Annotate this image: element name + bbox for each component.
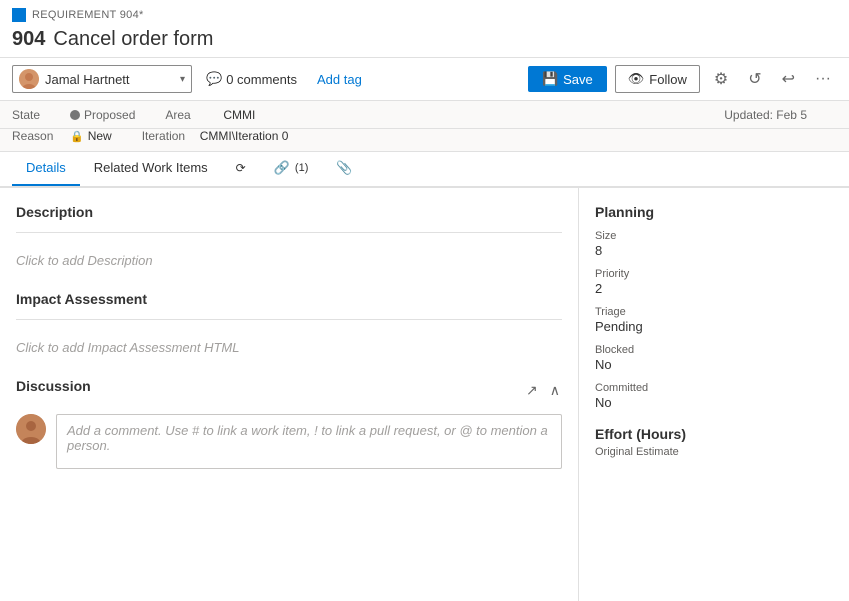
comment-input[interactable]: Add a comment. Use # to link a work item…: [56, 414, 562, 469]
reason-field: Reason 🔒 New: [12, 129, 112, 143]
blocked-value[interactable]: No: [595, 357, 833, 372]
discussion-title: Discussion: [16, 378, 91, 394]
link-icon: 🔗: [274, 160, 290, 176]
description-section: Description Click to add Description: [16, 204, 562, 276]
add-tag-button[interactable]: Add tag: [311, 69, 368, 90]
triage-field: Triage Pending: [595, 306, 833, 334]
comment-icon: 💬: [206, 71, 222, 87]
avatar: [19, 69, 39, 89]
refresh-button[interactable]: ↺: [742, 64, 767, 94]
area-field: Area CMMI: [165, 108, 255, 122]
effort-title: Effort (Hours): [595, 426, 833, 442]
save-icon: 💾: [542, 71, 558, 87]
history-icon: ⟳: [236, 161, 246, 175]
breadcrumb-row: REQUIREMENT 904*: [12, 4, 837, 24]
tab-links[interactable]: 🔗 (1): [260, 152, 323, 186]
user-avatar: [16, 414, 46, 444]
comments-button[interactable]: 💬 0 comments: [200, 68, 303, 90]
size-field: Size 8: [595, 230, 833, 258]
state-value[interactable]: Proposed: [70, 108, 135, 122]
collapse-discussion-button[interactable]: ∧: [548, 380, 562, 401]
size-label: Size: [595, 230, 833, 242]
description-title: Description: [16, 204, 562, 220]
comment-input-area: Add a comment. Use # to link a work item…: [16, 414, 562, 469]
eye-icon: 👁: [628, 71, 645, 87]
tab-details[interactable]: Details: [12, 152, 80, 186]
impact-section: Impact Assessment Click to add Impact As…: [16, 291, 562, 363]
meta-bar: State Proposed Area CMMI Updated: Feb 5: [0, 101, 849, 129]
blocked-label: Blocked: [595, 344, 833, 356]
save-button[interactable]: 💾 Save: [528, 66, 607, 92]
expand-discussion-button[interactable]: ↗: [524, 380, 540, 401]
original-estimate-label: Original Estimate: [595, 446, 833, 458]
more-options-button[interactable]: ···: [809, 65, 837, 93]
follow-button[interactable]: 👁 Follow: [615, 65, 700, 93]
impact-title: Impact Assessment: [16, 291, 562, 307]
committed-value[interactable]: No: [595, 395, 833, 410]
tabs: Details Related Work Items ⟳ 🔗 (1) 📎: [0, 152, 849, 187]
updated-text: Updated: Feb 5: [724, 108, 807, 122]
paperclip-icon: 📎: [336, 160, 352, 176]
lock-icon: 🔒: [70, 130, 84, 143]
reason-label: Reason: [12, 129, 62, 143]
planning-title: Planning: [595, 204, 833, 220]
reason-value[interactable]: 🔒 New: [70, 129, 112, 143]
state-label: State: [12, 108, 62, 122]
triage-value[interactable]: Pending: [595, 319, 833, 334]
tab-related-work-items[interactable]: Related Work Items: [80, 152, 222, 186]
area-label: Area: [165, 108, 215, 122]
title-row: 904 Cancel order form: [12, 24, 837, 57]
triage-label: Triage: [595, 306, 833, 318]
size-value[interactable]: 8: [595, 243, 833, 258]
chevron-down-icon: ▾: [180, 74, 185, 85]
work-item-title: Cancel order form: [53, 28, 213, 51]
toolbar: Jamal Hartnett ▾ 💬 0 comments Add tag 💾 …: [0, 58, 849, 101]
tabs-container: Details Related Work Items ⟳ 🔗 (1) 📎: [0, 152, 849, 188]
tab-history[interactable]: ⟳: [222, 152, 260, 186]
content-area: Description Click to add Description Imp…: [0, 188, 849, 601]
work-item-id: 904: [12, 28, 45, 51]
priority-field: Priority 2: [595, 268, 833, 296]
assignee-name: Jamal Hartnett: [45, 72, 174, 87]
tab-attachments[interactable]: 📎: [322, 152, 366, 186]
priority-label: Priority: [595, 268, 833, 280]
state-dot-icon: [70, 110, 80, 120]
undo-button[interactable]: ↩: [776, 64, 801, 94]
blocked-field: Blocked No: [595, 344, 833, 372]
top-bar: REQUIREMENT 904* 904 Cancel order form: [0, 0, 849, 58]
meta-bar-2: Reason 🔒 New Iteration CMMI\Iteration 0: [0, 129, 849, 152]
breadcrumb: REQUIREMENT 904*: [32, 9, 144, 21]
committed-field: Committed No: [595, 382, 833, 410]
area-value[interactable]: CMMI: [223, 108, 255, 122]
comments-count: 0 comments: [226, 72, 297, 87]
priority-value[interactable]: 2: [595, 281, 833, 296]
state-field: State Proposed: [12, 108, 135, 122]
iteration-label: Iteration: [142, 129, 192, 143]
assignee-dropdown[interactable]: Jamal Hartnett ▾: [12, 65, 192, 93]
iteration-field: Iteration CMMI\Iteration 0: [142, 129, 289, 143]
description-input[interactable]: Click to add Description: [16, 245, 562, 276]
committed-label: Committed: [595, 382, 833, 394]
left-panel: Description Click to add Description Imp…: [0, 188, 579, 601]
discussion-header: Discussion ↗ ∧: [16, 378, 562, 402]
iteration-value[interactable]: CMMI\Iteration 0: [200, 129, 289, 143]
discussion-actions: ↗ ∧: [524, 380, 562, 401]
settings-button[interactable]: ⚙: [708, 64, 734, 94]
discussion-section: Discussion ↗ ∧ Add a comment. Use # to l…: [16, 378, 562, 469]
requirement-icon: [12, 8, 26, 22]
right-panel: Planning Size 8 Priority 2 Triage Pendin…: [579, 188, 849, 601]
impact-input[interactable]: Click to add Impact Assessment HTML: [16, 332, 562, 363]
